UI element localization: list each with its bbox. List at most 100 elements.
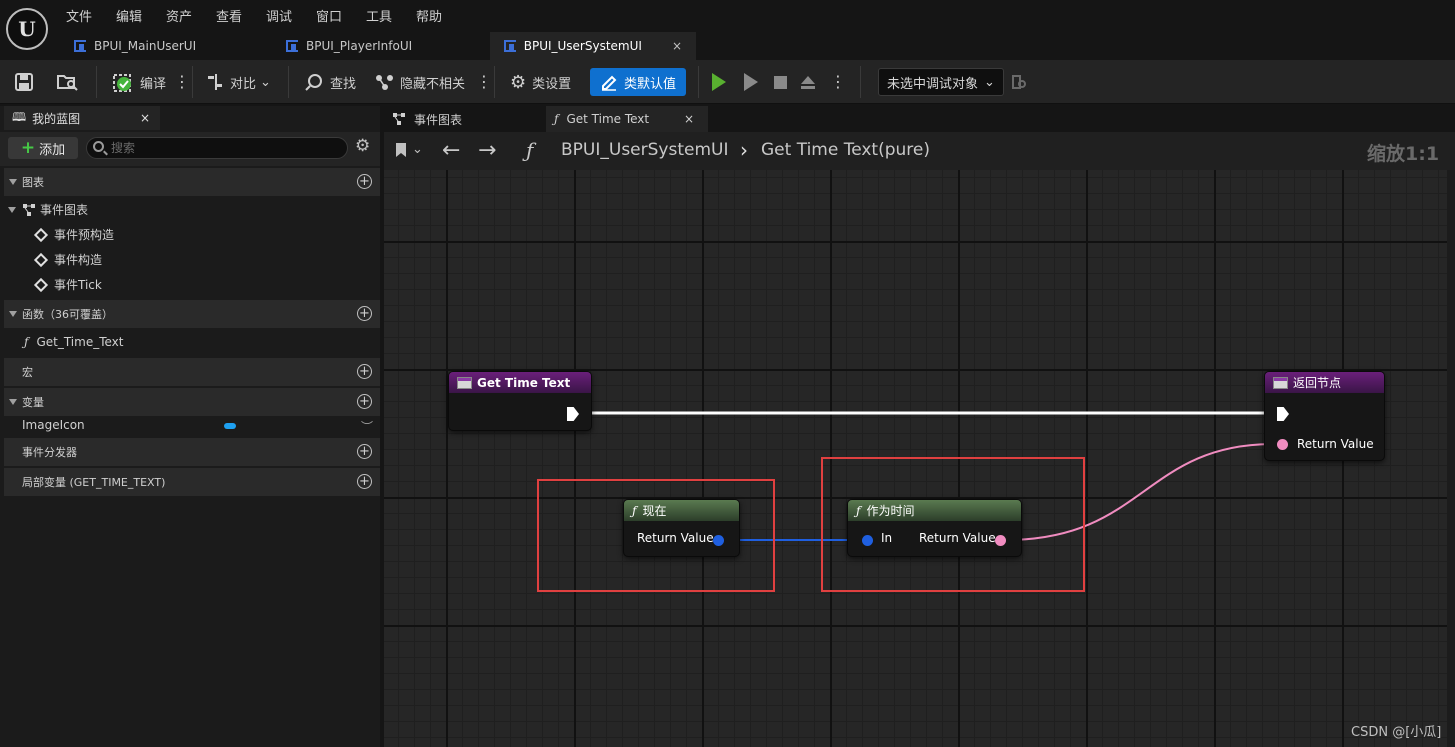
category-event-dispatchers[interactable]: 事件分发器 + (4, 438, 380, 466)
play-options-button[interactable]: ⋮ (830, 68, 846, 96)
play-button[interactable] (712, 68, 726, 96)
menu-help[interactable]: 帮助 (416, 6, 466, 25)
my-blueprint-tab[interactable]: 🕮 我的蓝图 × (4, 106, 160, 130)
category-variables[interactable]: 变量 + (4, 388, 380, 416)
search-input[interactable] (86, 137, 348, 159)
menu-edit[interactable]: 编辑 (116, 6, 166, 25)
function-icon: ƒ (554, 112, 559, 126)
tree-item-event[interactable]: 事件Tick (33, 276, 102, 293)
menu-view[interactable]: 查看 (216, 6, 266, 25)
find-label: 查找 (330, 76, 357, 92)
category-macros[interactable]: 宏 + (4, 358, 380, 386)
tab-get-time-text[interactable]: ƒ Get Time Text × (546, 106, 708, 132)
tab-bpui-playerinfoui[interactable]: BPUI_PlayerInfoUI (272, 32, 490, 60)
node-title: 返回节点 (1293, 376, 1342, 390)
compile-label: 编译 (140, 76, 167, 92)
compile-check-icon (113, 74, 131, 92)
category-label: 局部变量 (GET_TIME_TEXT) (22, 476, 166, 489)
back-arrow-icon[interactable]: ← (442, 138, 460, 163)
class-settings-button[interactable]: ⚙ 类设置 (510, 68, 571, 96)
tree-item-variable[interactable]: ImageIcon (22, 418, 85, 432)
compile-options-button[interactable]: ⋮ (174, 68, 190, 96)
add-local-variable-icon[interactable]: + (357, 474, 372, 489)
collapse-arrow-icon (9, 179, 17, 185)
add-function-icon[interactable]: + (357, 306, 372, 321)
bookmark-icon[interactable] (394, 142, 408, 161)
graph-scrollbar[interactable] (1447, 170, 1455, 747)
find-icon (305, 74, 322, 91)
hide-options-button[interactable]: ⋮ (476, 68, 492, 96)
menu-window[interactable]: 窗口 (316, 6, 366, 25)
step-button[interactable] (744, 68, 758, 96)
tab-bpui-mainuserui[interactable]: BPUI_MainUserUI (60, 32, 272, 60)
menu-asset[interactable]: 资产 (166, 6, 216, 25)
toolbar-separator (698, 66, 699, 98)
function-node-icon (1273, 376, 1288, 389)
class-defaults-button[interactable]: 类默认值 (590, 68, 687, 96)
add-macro-icon[interactable]: + (357, 364, 372, 379)
tree-item-label: 事件构造 (54, 253, 103, 267)
chevron-down-icon: ⌄ (984, 74, 995, 90)
tab-event-graph[interactable]: 事件图表 (384, 106, 542, 132)
category-graphs[interactable]: 图表 + (4, 168, 380, 196)
add-variable-icon[interactable]: + (357, 394, 372, 409)
category-functions[interactable]: 函数（36可覆盖） + (4, 300, 380, 328)
function-entry-node[interactable]: Get Time Text (448, 371, 592, 431)
debug-filter-button[interactable] (1010, 68, 1028, 96)
tree-item-label: 事件预构造 (54, 228, 115, 242)
return-node[interactable]: 返回节点 Return Value (1264, 371, 1385, 461)
tab-bpui-usersystemui[interactable]: BPUI_UserSystemUI × (490, 32, 696, 60)
compile-button[interactable]: 编译 (112, 68, 166, 96)
graph-canvas[interactable]: Get Time Text 返回节点 Return Value ƒ 现在 Ret… (384, 170, 1447, 747)
close-tab-icon[interactable]: × (684, 112, 694, 126)
blueprint-icon (74, 40, 86, 52)
category-local-variables[interactable]: 局部变量 (GET_TIME_TEXT) + (4, 468, 380, 496)
tree-item-event[interactable]: 事件预构造 (33, 226, 115, 243)
search-icon (93, 141, 104, 152)
hide-unrelated-button[interactable]: 隐藏不相关 (374, 68, 465, 96)
diff-button[interactable]: 对比 ⌄ (206, 68, 271, 96)
chevron-down-icon[interactable]: ⌄ (412, 142, 423, 157)
breadcrumb-blueprint[interactable]: BPUI_UserSystemUI (561, 140, 728, 160)
highlight-box (821, 457, 1085, 592)
category-label: 图表 (22, 176, 44, 189)
eject-button[interactable] (799, 68, 817, 96)
menu-tools[interactable]: 工具 (366, 6, 416, 25)
zoom-level: 缩放1:1 (1367, 143, 1440, 165)
exec-in-pin[interactable] (1277, 407, 1289, 421)
close-tab-icon[interactable]: × (672, 39, 682, 53)
stop-button[interactable] (774, 68, 787, 96)
tree-item-function[interactable]: ƒ Get_Time_Text (24, 335, 123, 349)
tree-item-event-graph[interactable]: 事件图表 (8, 201, 88, 218)
add-graph-icon[interactable]: + (357, 174, 372, 189)
tab-label: Get Time Text (566, 112, 650, 126)
return-value-in-pin[interactable] (1277, 439, 1288, 450)
category-label: 函数（36可覆盖） (22, 308, 113, 321)
tree-item-event[interactable]: 事件构造 (33, 251, 103, 268)
browse-button[interactable] (56, 68, 80, 96)
book-icon: 🕮 (12, 109, 27, 124)
menu-debug[interactable]: 调试 (266, 6, 316, 25)
save-button[interactable] (14, 68, 34, 96)
unreal-logo-icon[interactable]: U (6, 8, 48, 50)
watermark: CSDN @[小瓜] (1351, 725, 1442, 740)
breadcrumb-separator: › (740, 138, 748, 162)
tree-item-label: 事件Tick (54, 278, 102, 292)
close-panel-icon[interactable]: × (140, 111, 150, 125)
menu-file[interactable]: 文件 (66, 6, 116, 25)
save-icon (15, 73, 33, 91)
find-button[interactable]: 查找 (304, 68, 356, 96)
tab-label: 事件图表 (414, 112, 463, 127)
debug-filter-icon (1012, 75, 1026, 89)
toolbar: 编译 ⋮ 对比 ⌄ 查找 隐藏不相关 ⋮ ⚙ 类设置 类默认值 ⋮ 未选中调试对… (0, 60, 1455, 104)
add-button[interactable]: + 添加 (8, 137, 78, 159)
gear-icon[interactable]: ⚙ (355, 136, 370, 156)
add-dispatcher-icon[interactable]: + (357, 444, 372, 459)
folder-search-icon (57, 75, 78, 91)
event-graph-icon (393, 113, 405, 125)
visibility-eye-icon[interactable]: ︶ (361, 418, 373, 435)
forward-arrow-icon[interactable]: → (478, 138, 496, 163)
exec-out-pin[interactable] (567, 407, 579, 421)
collapse-arrow-icon (9, 311, 17, 317)
debug-object-select[interactable]: 未选中调试对象 ⌄ (878, 68, 1004, 96)
